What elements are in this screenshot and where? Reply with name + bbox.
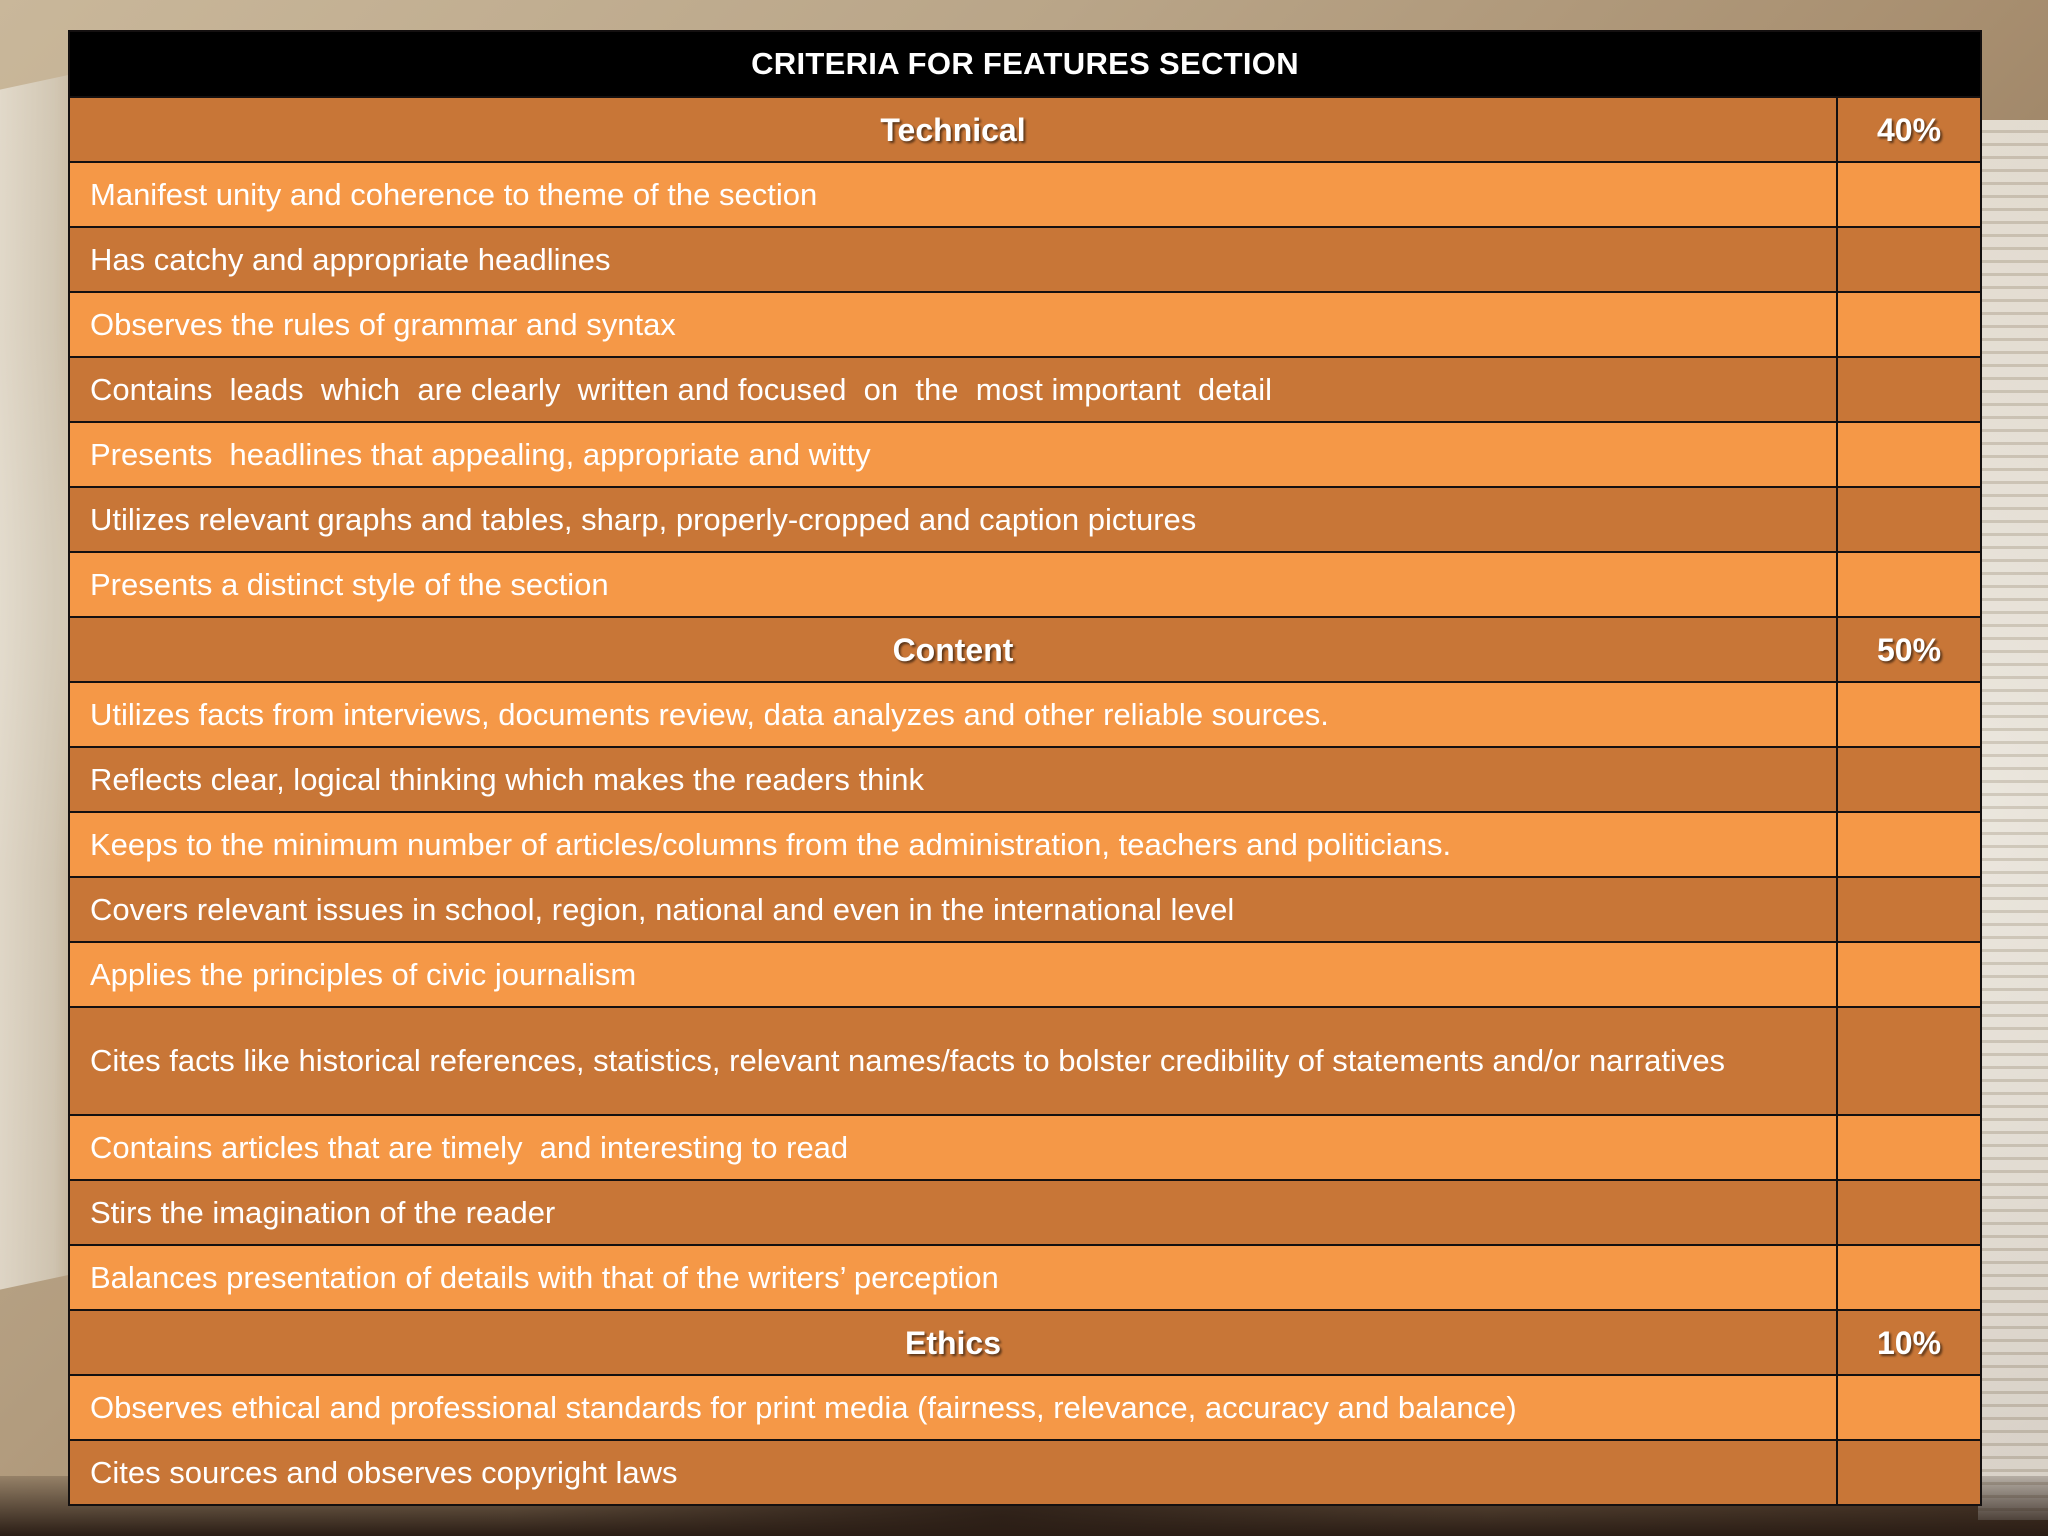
- table-row: Stirs the imagination of the reader: [68, 1179, 1983, 1246]
- score-cell: [1835, 421, 1983, 488]
- category-percent: 50%: [1835, 616, 1983, 683]
- score-cell: [1835, 291, 1983, 358]
- criterion-text: Cites facts like historical references, …: [68, 1006, 1838, 1116]
- criterion-text: Keeps to the minimum number of articles/…: [68, 811, 1838, 878]
- category-row-technical: Technical 40%: [68, 96, 1983, 163]
- score-cell: [1835, 1114, 1983, 1181]
- table-row: Contains articles that are timely and in…: [68, 1114, 1983, 1181]
- criterion-text: Balances presentation of details with th…: [68, 1244, 1838, 1311]
- score-cell: [1835, 681, 1983, 748]
- criterion-text: Stirs the imagination of the reader: [68, 1179, 1838, 1246]
- criterion-text: Manifest unity and coherence to theme of…: [68, 161, 1838, 228]
- score-cell: [1835, 746, 1983, 813]
- category-name: Technical: [68, 96, 1838, 163]
- table-row: Has catchy and appropriate headlines: [68, 226, 1983, 293]
- criterion-text: Observes the rules of grammar and syntax: [68, 291, 1838, 358]
- score-cell: [1835, 876, 1983, 943]
- score-cell: [1835, 1374, 1983, 1441]
- criterion-text: Contains leads which are clearly written…: [68, 356, 1838, 423]
- table-row: Applies the principles of civic journali…: [68, 941, 1983, 1008]
- criterion-text: Utilizes relevant graphs and tables, sha…: [68, 486, 1838, 553]
- criterion-text: Utilizes facts from interviews, document…: [68, 681, 1838, 748]
- category-row-content: Content 50%: [68, 616, 1983, 683]
- criterion-text: Cites sources and observes copyright law…: [68, 1439, 1838, 1506]
- table-row: Covers relevant issues in school, region…: [68, 876, 1983, 943]
- table-row: Presents headlines that appealing, appro…: [68, 421, 1983, 488]
- background-newspaper-right: [1978, 120, 2048, 1520]
- table-row: Utilizes facts from interviews, document…: [68, 681, 1983, 748]
- category-row-ethics: Ethics 10%: [68, 1309, 1983, 1376]
- criterion-text: Presents headlines that appealing, appro…: [68, 421, 1838, 488]
- criterion-text: Presents a distinct style of the section: [68, 551, 1838, 618]
- score-cell: [1835, 226, 1983, 293]
- category-percent: 40%: [1835, 96, 1983, 163]
- score-cell: [1835, 941, 1983, 1008]
- criterion-text: Observes ethical and professional standa…: [68, 1374, 1838, 1441]
- table-row: Cites sources and observes copyright law…: [68, 1439, 1983, 1506]
- score-cell: [1835, 1439, 1983, 1506]
- score-cell: [1835, 1244, 1983, 1311]
- table-row: Utilizes relevant graphs and tables, sha…: [68, 486, 1983, 553]
- score-cell: [1835, 1006, 1983, 1116]
- score-cell: [1835, 486, 1983, 553]
- score-cell: [1835, 811, 1983, 878]
- table-row: Cites facts like historical references, …: [68, 1006, 1983, 1116]
- score-cell: [1835, 356, 1983, 423]
- criteria-table: CRITERIA FOR FEATURES SECTION Technical …: [67, 30, 1983, 1506]
- score-cell: [1835, 1179, 1983, 1246]
- table-row: Observes the rules of grammar and syntax: [68, 291, 1983, 358]
- category-name: Content: [68, 616, 1838, 683]
- table-row: Presents a distinct style of the section: [68, 551, 1983, 618]
- category-percent: 10%: [1835, 1309, 1983, 1376]
- table-row: Balances presentation of details with th…: [68, 1244, 1983, 1311]
- table-row: Reflects clear, logical thinking which m…: [68, 746, 1983, 813]
- criterion-text: Contains articles that are timely and in…: [68, 1114, 1838, 1181]
- score-cell: [1835, 161, 1983, 228]
- table-title-row: CRITERIA FOR FEATURES SECTION: [67, 30, 1983, 98]
- category-name: Ethics: [68, 1309, 1838, 1376]
- table-row: Keeps to the minimum number of articles/…: [68, 811, 1983, 878]
- table-row: Manifest unity and coherence to theme of…: [68, 161, 1983, 228]
- criterion-text: Covers relevant issues in school, region…: [68, 876, 1838, 943]
- table-title: CRITERIA FOR FEATURES SECTION: [67, 30, 1983, 98]
- table-row: Observes ethical and professional standa…: [68, 1374, 1983, 1441]
- criterion-text: Has catchy and appropriate headlines: [68, 226, 1838, 293]
- table-row: Contains leads which are clearly written…: [68, 356, 1983, 423]
- criterion-text: Reflects clear, logical thinking which m…: [68, 746, 1838, 813]
- score-cell: [1835, 551, 1983, 618]
- criterion-text: Applies the principles of civic journali…: [68, 941, 1838, 1008]
